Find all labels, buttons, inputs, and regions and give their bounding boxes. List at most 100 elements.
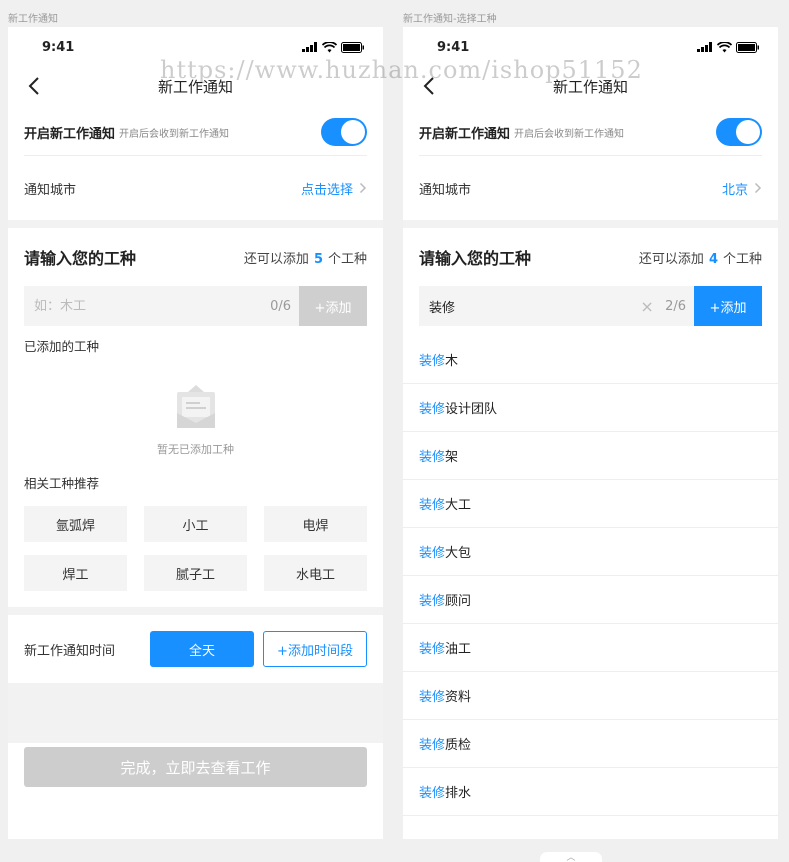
status-bar: 9:41 [403,27,778,67]
city-value: 点击选择 [300,182,353,198]
notify-toggle-label: 开启新工作通知 [419,126,511,142]
recommend-grid: 氩弧焊 小工 电焊 焊工 腻子工 水电工 [8,492,383,607]
finish-button[interactable]: 完成，立即去查看工作 [24,747,367,787]
section-gap [8,607,383,615]
trade-header: 请输入您的工种 还可以添加 4 个工种 [403,228,778,286]
quota-number: 5 [313,251,323,267]
section-gap [403,220,778,228]
suggestion-item[interactable]: 装修架 [403,432,778,480]
back-arrow-icon[interactable] [22,73,48,99]
suggestion-item[interactable]: 装修 资料 [403,672,778,720]
recommend-chip[interactable]: 电焊 [264,506,367,542]
suggestion-suffix: 资料 [445,690,472,705]
recommend-label: 相关工种推荐 [24,476,100,491]
recommend-chip[interactable]: 腻子工 [144,555,247,591]
notify-toggle-sub: 开启后会收到新工作通知 [119,128,230,140]
suggestion-keyword: 装修 [419,498,446,513]
suggestion-keyword: 装修 [419,546,446,561]
suggestion-item[interactable]: 装修 大包 [403,528,778,576]
city-row[interactable]: 通知城市 点击选择 [8,156,383,220]
clear-icon[interactable]: × [637,297,657,316]
suggestion-suffix: 大工 [445,498,472,513]
city-select-button[interactable]: 北京 [722,179,762,198]
trade-count: 2/6 [665,298,686,314]
suggestion-keyword: 装修 [419,690,446,705]
suggestion-keyword: 装修 [419,402,446,417]
chevron-right-icon [359,182,367,194]
allday-button[interactable]: 全天 [150,631,254,667]
city-label: 通知城市 [419,182,472,198]
empty-state: 暂无已添加工种 [8,355,383,473]
suggestion-suffix: 设计团队 [445,402,498,417]
caption-left: 新工作通知 [8,14,58,25]
status-bar: 9:41 [8,27,383,67]
recommend-chip[interactable]: 焊工 [24,555,127,591]
suggestion-item[interactable]: 装修 设计团队 [403,384,778,432]
city-select-button[interactable]: 点击选择 [301,179,367,198]
wifi-icon [322,41,337,52]
trade-heading: 请输入您的工种 [419,249,532,268]
recommend-chip[interactable]: 水电工 [264,555,367,591]
wifi-icon [717,41,732,52]
suggestion-keyword: 装修 [419,450,446,465]
caption-right: 新工作通知-选择工种 [403,14,497,25]
trade-quota: 还可以添加 4 个工种 [639,248,762,267]
notify-toggle-label: 开启新工作通知 [24,126,116,142]
suggestion-item[interactable]: 装修木 [403,336,778,384]
trade-input-row: 0/6 +添加 [24,286,367,326]
nav-bar: 新工作通知 [8,67,383,105]
chevron-right-icon [754,182,762,194]
recommend-chip[interactable]: 小工 [144,506,247,542]
recommend-chip[interactable]: 氩弧焊 [24,506,127,542]
quota-prefix: 还可以添加 [638,251,704,267]
scroll-top-button[interactable]: ︿ [540,852,602,862]
trade-quota: 还可以添加 5 个工种 [244,248,367,267]
added-label: 已添加的工种 [24,339,100,354]
trade-header: 请输入您的工种 还可以添加 5 个工种 [8,228,383,286]
page-title: 新工作通知 [552,77,628,96]
trade-input[interactable] [24,286,263,326]
battery-icon [736,41,759,53]
quota-suffix: 个工种 [722,251,762,267]
city-value: 北京 [721,182,748,198]
page-title: 新工作通知 [157,77,233,96]
empty-envelope-icon [176,385,215,428]
suggestion-keyword: 装修 [419,594,446,609]
status-time: 9:41 [437,39,470,55]
suggestion-item[interactable]: 装修 排水 [403,768,778,816]
suggestion-keyword: 装修 [419,738,446,753]
city-row[interactable]: 通知城市 北京 [403,156,778,220]
quota-suffix: 个工种 [327,251,367,267]
suggestion-list: 装修木装修 设计团队 装修架装修 大工 装修 大包 装修 顾问 装修 油工 装修 资料 装修 质检 装修 排水 [403,336,778,816]
notify-toggle-sub: 开启后会收到新工作通知 [514,128,625,140]
suggestion-item[interactable]: 装修 质检 [403,720,778,768]
section-gap [8,220,383,228]
add-trade-button[interactable]: +添加 [299,286,367,326]
trade-heading: 请输入您的工种 [24,249,137,268]
suggestion-suffix: 架 [445,450,459,465]
city-label: 通知城市 [24,182,77,198]
add-time-slot-button[interactable]: +添加时间段 [263,631,367,667]
suggestion-item[interactable]: 装修 顾问 [403,576,778,624]
suggestion-keyword: 装修 [419,354,446,369]
trade-input[interactable] [419,286,638,326]
notify-time-label: 新工作通知时间 [24,643,116,659]
bottom-spacer [8,683,383,743]
suggestion-item[interactable]: 装修 油工 [403,624,778,672]
suggestion-item[interactable]: 装修 大工 [403,480,778,528]
back-arrow-icon[interactable] [417,73,443,99]
notify-toggle-switch[interactable] [321,118,367,146]
phone-screen-left: 9:41 新工作通知 开启新工作通知 开启后会收到新工作通知 通知城市 点击选择… [8,27,383,839]
notify-time-row: 新工作通知时间 全天 +添加时间段 [8,615,383,683]
suggestion-keyword: 装修 [419,642,446,657]
nav-bar: 新工作通知 [403,67,778,105]
trade-count: 0/6 [270,298,291,314]
empty-text: 暂无已添加工种 [157,443,234,456]
quota-number: 4 [708,251,718,267]
signal-icon [697,42,712,52]
add-trade-button[interactable]: +添加 [694,286,762,326]
notify-toggle-row: 开启新工作通知 开启后会收到新工作通知 [403,109,778,155]
suggestion-suffix: 大包 [445,546,472,561]
quota-prefix: 还可以添加 [243,251,309,267]
notify-toggle-switch[interactable] [716,118,762,146]
